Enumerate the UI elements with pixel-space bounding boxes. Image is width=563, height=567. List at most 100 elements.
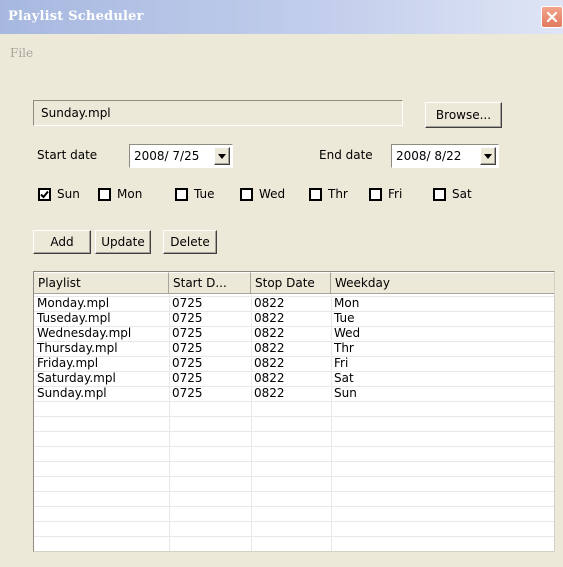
row-divider	[34, 506, 554, 507]
cell-weekday: Fri	[334, 356, 349, 370]
start-date-value: 2008/ 7/25	[134, 149, 200, 163]
checkbox-wed[interactable]	[240, 187, 253, 201]
checkbox-tue[interactable]	[175, 187, 188, 201]
column-header-playlist[interactable]: Playlist	[34, 272, 169, 294]
table-row[interactable]: Thursday.mpl 0725 0822 Thr	[34, 341, 554, 356]
list-header: Playlist Start D... Stop Date Weekday	[34, 272, 554, 294]
start-date-label: Start date	[37, 148, 98, 162]
update-button-label: Update	[101, 235, 145, 249]
end-date-dropdown-button[interactable]	[480, 147, 496, 165]
end-date-value: 2008/ 8/22	[396, 149, 462, 163]
menu-file[interactable]: File	[10, 46, 33, 60]
cell-start-date: 0725	[172, 341, 203, 355]
cell-playlist: Thursday.mpl	[37, 341, 118, 355]
row-divider	[34, 446, 554, 447]
browse-button[interactable]: Browse...	[425, 102, 502, 128]
title-bar[interactable]: Playlist Scheduler	[0, 0, 563, 34]
close-icon	[546, 11, 558, 23]
day-checkbox-thr[interactable]: Thr	[309, 187, 348, 201]
row-divider	[34, 491, 554, 492]
close-button[interactable]	[541, 6, 563, 28]
cell-weekday: Wed	[334, 326, 361, 340]
cell-start-date: 0725	[172, 356, 203, 370]
cell-stop-date: 0822	[254, 341, 285, 355]
day-checkbox-fri[interactable]: Fri	[369, 187, 402, 201]
table-row[interactable]: Tuseday.mpl 0725 0822 Tue	[34, 311, 554, 326]
end-date-label: End date	[319, 148, 373, 162]
browse-button-label: Browse...	[435, 108, 492, 122]
day-checkbox-sat[interactable]: Sat	[433, 187, 472, 201]
cell-stop-date: 0822	[254, 296, 285, 310]
checkbox-sun[interactable]	[38, 187, 51, 201]
cell-playlist: Sunday.mpl	[37, 386, 107, 400]
day-label-mon: Mon	[117, 187, 143, 201]
row-divider	[34, 461, 554, 462]
day-label-sun: Sun	[57, 187, 80, 201]
playlist-scheduler-window: Playlist Scheduler File Sunday.mpl Brows…	[0, 0, 563, 567]
cell-stop-date: 0822	[254, 386, 285, 400]
delete-button-label: Delete	[170, 235, 210, 249]
cell-weekday: Thr	[334, 341, 354, 355]
row-divider	[34, 476, 554, 477]
chevron-down-icon	[218, 153, 226, 159]
checkbox-fri[interactable]	[369, 187, 382, 201]
end-date-picker[interactable]: 2008/ 8/22	[391, 144, 499, 168]
row-divider	[34, 521, 554, 522]
day-checkbox-mon[interactable]: Mon	[98, 187, 142, 201]
cell-start-date: 0725	[172, 326, 203, 340]
add-button[interactable]: Add	[33, 230, 91, 254]
cell-playlist: Friday.mpl	[37, 356, 99, 370]
day-label-sat: Sat	[452, 187, 472, 201]
cell-start-date: 0725	[172, 311, 203, 325]
list-body: Monday.mpl 0725 0822 Mon Tuseday.mpl 072…	[34, 294, 555, 552]
file-path-value: Sunday.mpl	[41, 106, 111, 120]
day-label-fri: Fri	[388, 187, 403, 201]
day-label-wed: Wed	[259, 187, 286, 201]
table-row[interactable]: Sunday.mpl 0725 0822 Sun	[34, 386, 554, 401]
day-checkbox-tue[interactable]: Tue	[175, 187, 215, 201]
cell-start-date: 0725	[172, 296, 203, 310]
cell-stop-date: 0822	[254, 326, 285, 340]
day-label-thr: Thr	[328, 187, 348, 201]
day-checkbox-sun[interactable]: Sun	[38, 187, 80, 201]
row-divider	[34, 551, 555, 552]
checkbox-thr[interactable]	[309, 187, 322, 201]
cell-playlist: Monday.mpl	[37, 296, 110, 310]
start-date-dropdown-button[interactable]	[214, 147, 230, 165]
row-divider	[34, 536, 554, 537]
cell-start-date: 0725	[172, 371, 203, 385]
cell-weekday: Sat	[334, 371, 354, 385]
file-path-field[interactable]: Sunday.mpl	[33, 100, 403, 126]
table-row[interactable]: Saturday.mpl 0725 0822 Sat	[34, 371, 554, 386]
row-divider	[34, 431, 554, 432]
chevron-down-icon	[484, 153, 492, 159]
table-row[interactable]: Monday.mpl 0725 0822 Mon	[34, 296, 554, 311]
cell-playlist: Tuseday.mpl	[37, 311, 111, 325]
start-date-picker[interactable]: 2008/ 7/25	[129, 144, 233, 168]
menu-bar: File	[0, 44, 563, 62]
checkbox-mon[interactable]	[98, 187, 111, 201]
table-row[interactable]: Friday.mpl 0725 0822 Fri	[34, 356, 554, 371]
checkmark-icon	[40, 190, 49, 198]
playlist-schedule-list[interactable]: Playlist Start D... Stop Date Weekday Mo…	[33, 271, 555, 552]
day-label-tue: Tue	[194, 187, 215, 201]
checkbox-sat[interactable]	[433, 187, 446, 201]
cell-weekday: Sun	[334, 386, 357, 400]
row-divider	[34, 416, 554, 417]
cell-stop-date: 0822	[254, 356, 285, 370]
column-header-stop-date[interactable]: Stop Date	[251, 272, 331, 294]
cell-stop-date: 0822	[254, 371, 285, 385]
cell-playlist: Saturday.mpl	[37, 371, 116, 385]
update-button[interactable]: Update	[95, 230, 151, 254]
day-checkbox-wed[interactable]: Wed	[240, 187, 285, 201]
cell-stop-date: 0822	[254, 311, 285, 325]
table-row[interactable]: Wednesday.mpl 0725 0822 Wed	[34, 326, 554, 341]
window-title: Playlist Scheduler	[8, 9, 144, 24]
add-button-label: Add	[50, 235, 74, 249]
row-divider	[34, 401, 554, 402]
delete-button[interactable]: Delete	[163, 230, 217, 254]
column-header-weekday[interactable]: Weekday	[331, 272, 554, 294]
cell-playlist: Wednesday.mpl	[37, 326, 132, 340]
column-header-start-date[interactable]: Start D...	[169, 272, 251, 294]
cell-start-date: 0725	[172, 386, 203, 400]
